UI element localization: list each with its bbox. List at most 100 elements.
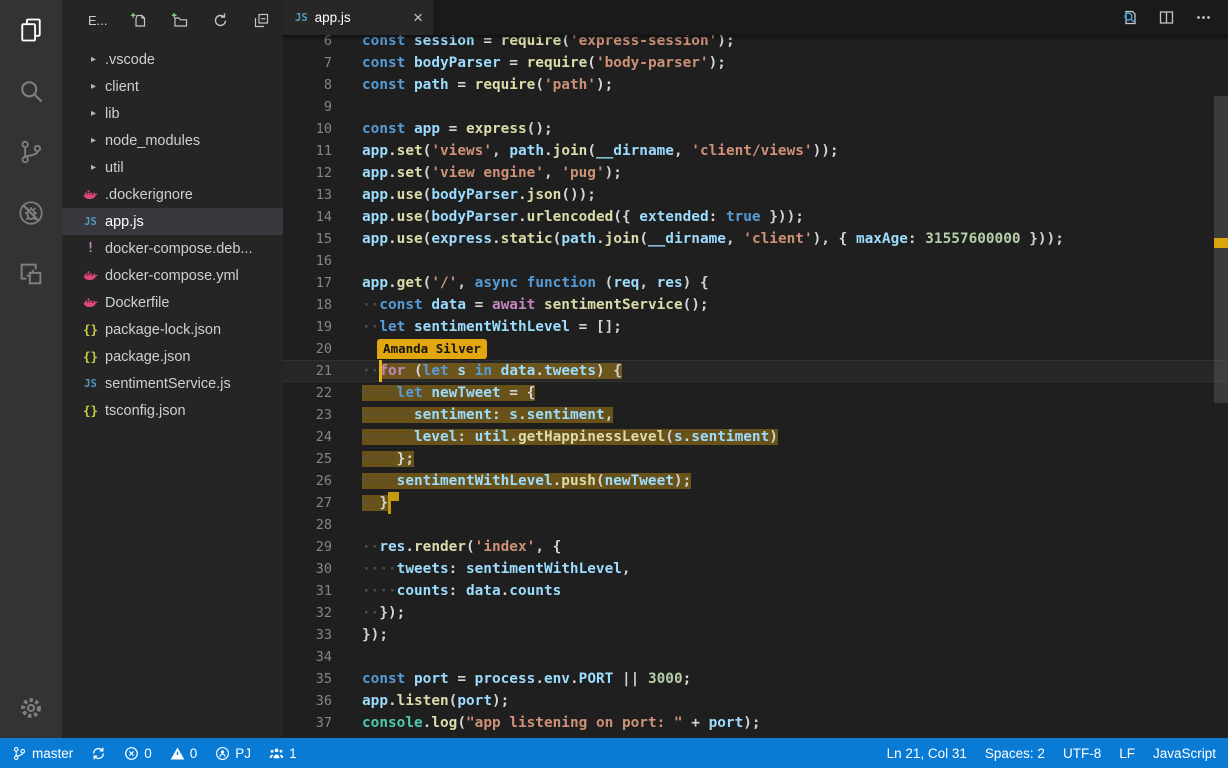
- settings-gear-icon[interactable]: [17, 694, 45, 722]
- code-line: 6const session = require('express-sessio…: [283, 35, 1228, 52]
- tree-item-dockerfile[interactable]: Dockerfile: [62, 289, 283, 316]
- code-line: 29··res.render('index', {: [283, 536, 1228, 558]
- encoding[interactable]: UTF-8: [1063, 746, 1101, 761]
- line-number: 30: [283, 558, 332, 580]
- editor-actions: [1121, 0, 1228, 35]
- chevron-right-icon: ▸: [87, 54, 100, 65]
- code-line-content: app.use(bodyParser.urlencoded({ extended…: [362, 206, 804, 228]
- cursor-position[interactable]: Ln 21, Col 31: [887, 746, 967, 761]
- line-number: 15: [283, 228, 332, 250]
- code-line-content: ······sentiment: s.sentiment,: [362, 404, 613, 426]
- tab-label: app.js: [315, 10, 351, 25]
- collapse-all-icon[interactable]: [253, 12, 270, 29]
- tree-item-label: sentimentService.js: [105, 376, 231, 392]
- line-number: 14: [283, 206, 332, 228]
- participants-count[interactable]: 1: [269, 746, 297, 761]
- code-line-content: app.listen(port);: [362, 690, 509, 712]
- tree-item-label: docker-compose.deb...: [105, 241, 253, 257]
- activity-bar: [0, 0, 62, 738]
- line-number: 22: [283, 382, 332, 404]
- source-control-icon[interactable]: [17, 138, 45, 166]
- chevron-right-icon: ▸: [87, 135, 100, 146]
- code-editor[interactable]: 6const session = require('express-sessio…: [283, 35, 1228, 738]
- tree-item-package-lock-json[interactable]: {}package-lock.json: [62, 316, 283, 343]
- search-preview-icon[interactable]: [1121, 9, 1138, 26]
- code-line-content: const path = require('path');: [362, 74, 613, 96]
- tree-item-label: node_modules: [105, 133, 200, 149]
- errors-count[interactable]: 0: [124, 746, 152, 761]
- tree-item-label: .dockerignore: [105, 187, 193, 203]
- live-share-icon: [215, 746, 230, 761]
- line-number: 7: [283, 52, 332, 74]
- tree-item--dockerignore[interactable]: .dockerignore: [62, 181, 283, 208]
- line-number: 28: [283, 514, 332, 536]
- code-line-content: ····sentimentWithLevel.push(newTweet);: [362, 470, 691, 492]
- language-mode[interactable]: JavaScript: [1153, 746, 1216, 761]
- sync-button[interactable]: [91, 746, 106, 761]
- new-file-icon[interactable]: [130, 12, 147, 29]
- code-line: 18··const data = await sentimentService(…: [283, 294, 1228, 316]
- tree-item-label: docker-compose.yml: [105, 268, 239, 284]
- debug-icon[interactable]: [17, 199, 45, 227]
- line-number: 37: [283, 712, 332, 734]
- search-icon[interactable]: [17, 77, 45, 105]
- explorer-actions: [130, 12, 270, 29]
- code-line: 15app.use(express.static(path.join(__dir…: [283, 228, 1228, 250]
- tree-item--vscode[interactable]: ▸.vscode: [62, 46, 283, 73]
- line-number: 26: [283, 470, 332, 492]
- explorer-icon[interactable]: [17, 16, 45, 44]
- code-line-content: app.use(bodyParser.json());: [362, 184, 596, 206]
- line-number: 8: [283, 74, 332, 96]
- code-line-content: ··}: [362, 492, 388, 514]
- indentation[interactable]: Spaces: 2: [985, 746, 1045, 761]
- new-folder-icon[interactable]: [171, 12, 188, 29]
- extensions-icon[interactable]: [17, 260, 45, 288]
- tree-item-label: package.json: [105, 349, 190, 365]
- code-line: 27 ··}: [283, 492, 1228, 514]
- warnings-count[interactable]: 0: [170, 746, 198, 761]
- code-line-content: app.set('views', path.join(__dirname, 'c…: [362, 140, 839, 162]
- tree-item-sentimentservice-js[interactable]: JSsentimentService.js: [62, 370, 283, 397]
- people-icon: [269, 746, 284, 761]
- tab-bar: JS app.js ×: [283, 0, 1228, 35]
- chevron-right-icon: ▸: [87, 108, 100, 119]
- status-label: master: [32, 746, 73, 761]
- tree-item-tsconfig-json[interactable]: {}tsconfig.json: [62, 397, 283, 424]
- refresh-icon[interactable]: [212, 12, 229, 29]
- tree-item-package-json[interactable]: {}package.json: [62, 343, 283, 370]
- more-actions-icon[interactable]: [1195, 9, 1212, 26]
- line-number: 21: [283, 360, 332, 382]
- remote-selection-highlight: ····sentimentWithLevel.push(newTweet);: [362, 473, 691, 489]
- status-bar: master 0 0 PJ 1 Ln 21, Col 31 Spaces: 2 UTF-8 L…: [0, 738, 1228, 768]
- git-branch-status[interactable]: master: [12, 746, 73, 761]
- tab-app-js[interactable]: JS app.js ×: [283, 0, 433, 35]
- line-number: 23: [283, 404, 332, 426]
- split-editor-icon[interactable]: [1158, 9, 1175, 26]
- code-line-content: const app = express();: [362, 118, 553, 140]
- tree-item-app-js[interactable]: JSapp.js: [62, 208, 283, 235]
- code-line: 32··});: [283, 602, 1228, 624]
- tree-item-label: package-lock.json: [105, 322, 221, 338]
- live-share-session[interactable]: PJ: [215, 746, 251, 761]
- tab-close-icon[interactable]: ×: [413, 9, 423, 26]
- tree-item-client[interactable]: ▸client: [62, 73, 283, 100]
- tree-item-node-modules[interactable]: ▸ node_modules: [62, 127, 283, 154]
- remote-selection-end-marker: [388, 492, 391, 514]
- tree-item-docker-compose-yml[interactable]: docker-compose.yml: [62, 262, 283, 289]
- status-bar-left: master 0 0 PJ 1: [12, 746, 297, 761]
- json-file-icon: {}: [82, 403, 99, 418]
- code-line: 24······level: util.getHappinessLevel(s.…: [283, 426, 1228, 448]
- vertical-scrollbar[interactable]: [1214, 96, 1228, 403]
- code-line-content: ····};: [362, 448, 414, 470]
- tree-item-lib[interactable]: ▸lib: [62, 100, 283, 127]
- line-number: 20: [283, 338, 332, 360]
- tree-item-label: client: [105, 79, 139, 95]
- status-label: 0: [144, 746, 152, 761]
- tree-item-util[interactable]: ▸util: [62, 154, 283, 181]
- code-line-content: console.log("app listening on port: " + …: [362, 712, 761, 734]
- code-line: 14 app.use(bodyParser.urlencoded({ extend…: [283, 206, 1228, 228]
- eol[interactable]: LF: [1119, 746, 1135, 761]
- code-line: 16: [283, 250, 1228, 272]
- tree-item-docker-compose-deb-[interactable]: !docker-compose.deb...: [62, 235, 283, 262]
- line-number: 27: [283, 492, 332, 514]
